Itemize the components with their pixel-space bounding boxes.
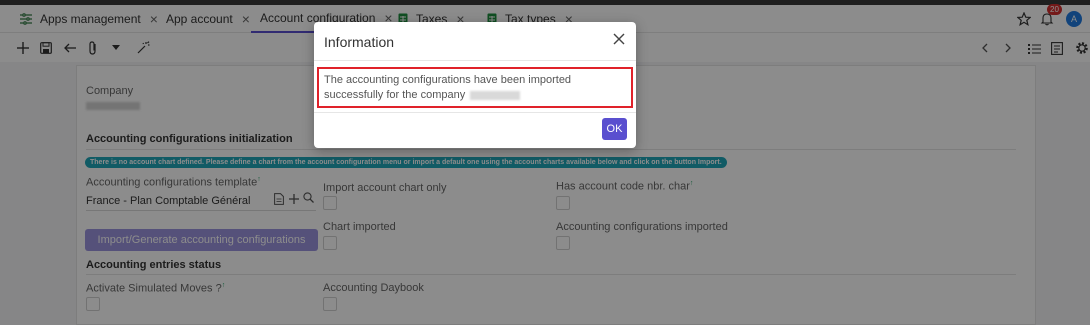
divider xyxy=(314,112,636,113)
dialog-message-box: The accounting configurations have been … xyxy=(317,67,633,108)
dialog-title: Information xyxy=(324,34,395,50)
divider xyxy=(314,60,636,61)
dialog-message: The accounting configurations have been … xyxy=(324,74,572,101)
company-name-redacted xyxy=(470,90,521,100)
close-icon[interactable] xyxy=(612,32,628,48)
ok-button[interactable]: OK xyxy=(602,118,627,140)
information-dialog: Information The accounting configuration… xyxy=(314,22,636,148)
